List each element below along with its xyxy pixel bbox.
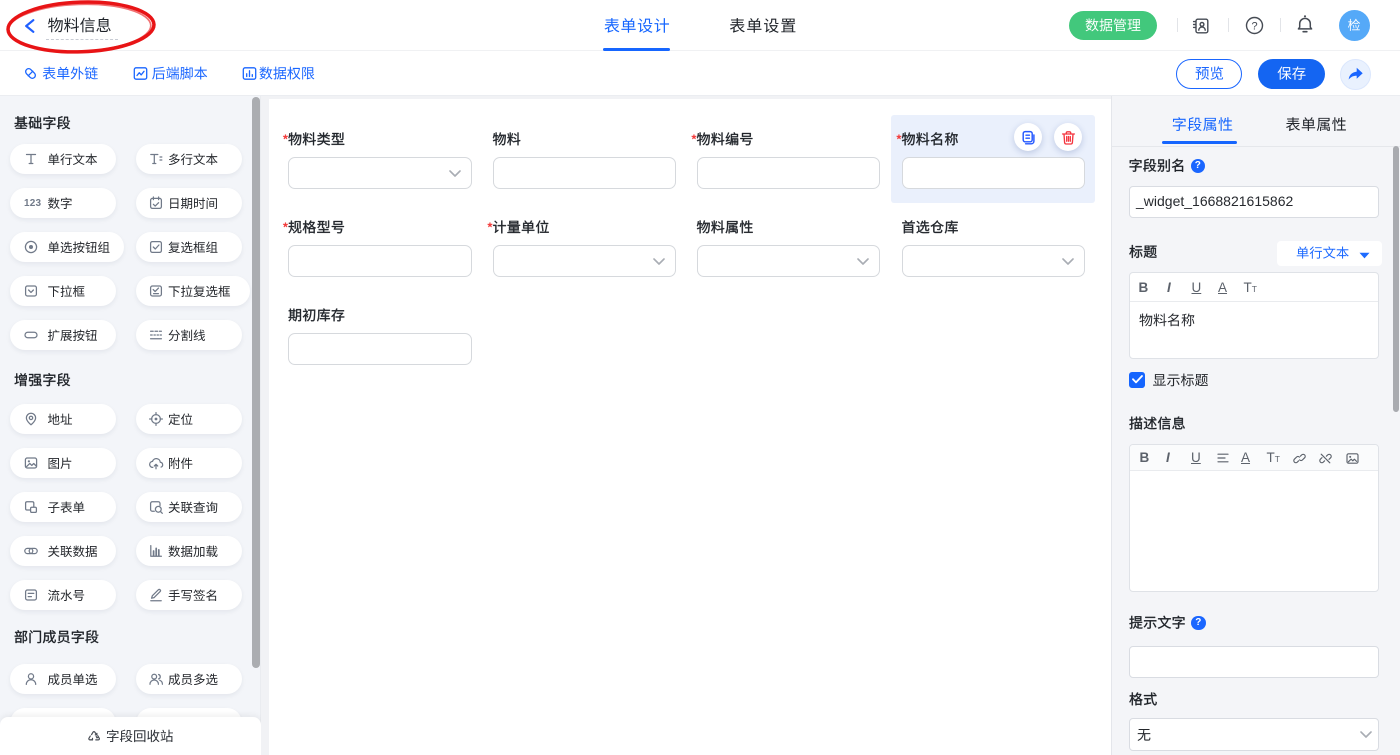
svg-text:?: ? — [1251, 20, 1257, 32]
